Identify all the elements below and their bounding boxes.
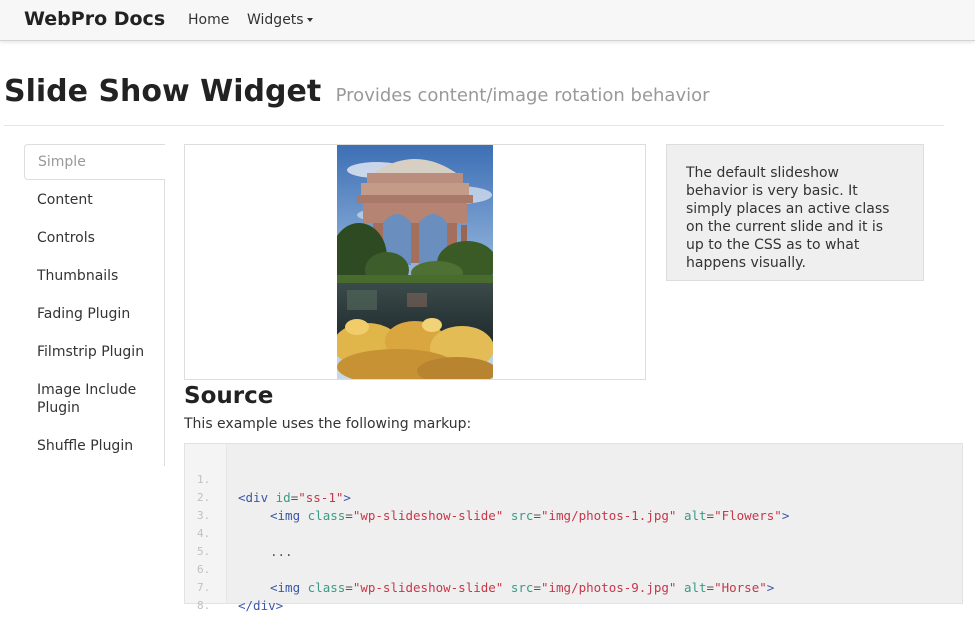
side-nav: Simple Content Controls Thumbnails Fadin… [24, 144, 165, 466]
code-token: = [345, 508, 353, 523]
sidenav-item-filmstrip-plugin[interactable]: Filmstrip Plugin [24, 343, 164, 361]
page-title-text: Slide Show Widget [4, 74, 322, 109]
code-line: 7. </div> [185, 561, 283, 613]
code-token: > [343, 490, 351, 505]
code-block: 1. <div id="ss-1"> 2. <img class="wp-sli… [184, 443, 963, 613]
code-token: class [307, 580, 346, 595]
code-line: 8. [185, 579, 215, 612]
sidenav-item-simple[interactable]: Simple [24, 144, 165, 180]
code-token: <div [238, 490, 276, 505]
code-token: <img [270, 580, 308, 595]
nav-widgets-label: Widgets [247, 12, 304, 28]
code-token: "Horse" [714, 580, 767, 595]
code-token: src [510, 580, 534, 595]
code-token: = [533, 508, 541, 523]
code-token: <img [270, 508, 308, 523]
code-line: 1. <div id="ss-1"> [185, 453, 351, 505]
code-token: "wp-slideshow-slide" [352, 508, 504, 523]
slideshow-container[interactable] [184, 144, 646, 380]
code-token: = [345, 580, 353, 595]
code-line: 6. <img class="wp-slideshow-slide" src="… [185, 543, 774, 595]
sidenav-item-thumbnails[interactable]: Thumbnails [24, 267, 164, 285]
source-description: This example uses the following markup: [184, 416, 472, 432]
nav-widgets-dropdown[interactable]: Widgets [247, 12, 313, 28]
code-token: = [706, 580, 715, 595]
sidenav-item-fading-plugin[interactable]: Fading Plugin [24, 305, 164, 323]
code-token: > [781, 508, 790, 523]
code-token: "ss-1" [298, 490, 344, 505]
page-title: Slide Show Widget Provides content/image… [4, 74, 710, 109]
code-token: </div> [238, 598, 284, 613]
page-subtitle: Provides content/image rotation behavior [335, 85, 710, 106]
nav-home-link[interactable]: Home [188, 12, 229, 28]
code-token: = [706, 508, 715, 523]
code-line: 2. <img class="wp-slideshow-slide" src="… [185, 471, 789, 523]
code-token: ... [270, 544, 293, 559]
code-token: alt [683, 580, 707, 595]
code-line: 3. [185, 489, 215, 522]
header-divider [4, 125, 944, 126]
top-navbar: WebPro Docs Home Widgets [0, 0, 975, 41]
caret-down-icon [306, 18, 313, 22]
nav-home-label: Home [188, 12, 230, 28]
code-token: id [275, 490, 291, 505]
code-line: 4. ... [185, 507, 293, 559]
sidenav-item-controls[interactable]: Controls [24, 229, 164, 247]
code-line: 5. [185, 525, 215, 558]
code-token: "Flowers" [714, 508, 782, 523]
line-number: 8. [197, 599, 211, 612]
code-token: class [307, 508, 346, 523]
code-token: alt [683, 508, 707, 523]
sidenav-item-shuffle-plugin[interactable]: Shuffle Plugin [24, 437, 164, 455]
info-callout: The default slideshow behavior is very b… [666, 144, 924, 281]
source-heading: Source [184, 383, 274, 409]
slide-photo-palace [337, 145, 493, 379]
code-token: src [510, 508, 534, 523]
code-token: "img/photos-1.jpg" [540, 508, 677, 523]
sidenav-item-image-include-plugin[interactable]: Image Include Plugin [24, 381, 139, 417]
code-token: "img/photos-9.jpg" [540, 580, 677, 595]
code-token: > [766, 580, 775, 595]
code-token: = [533, 580, 541, 595]
code-token: "wp-slideshow-slide" [352, 580, 504, 595]
brand-link[interactable]: WebPro Docs [24, 8, 165, 30]
sidenav-item-content[interactable]: Content [24, 191, 164, 209]
